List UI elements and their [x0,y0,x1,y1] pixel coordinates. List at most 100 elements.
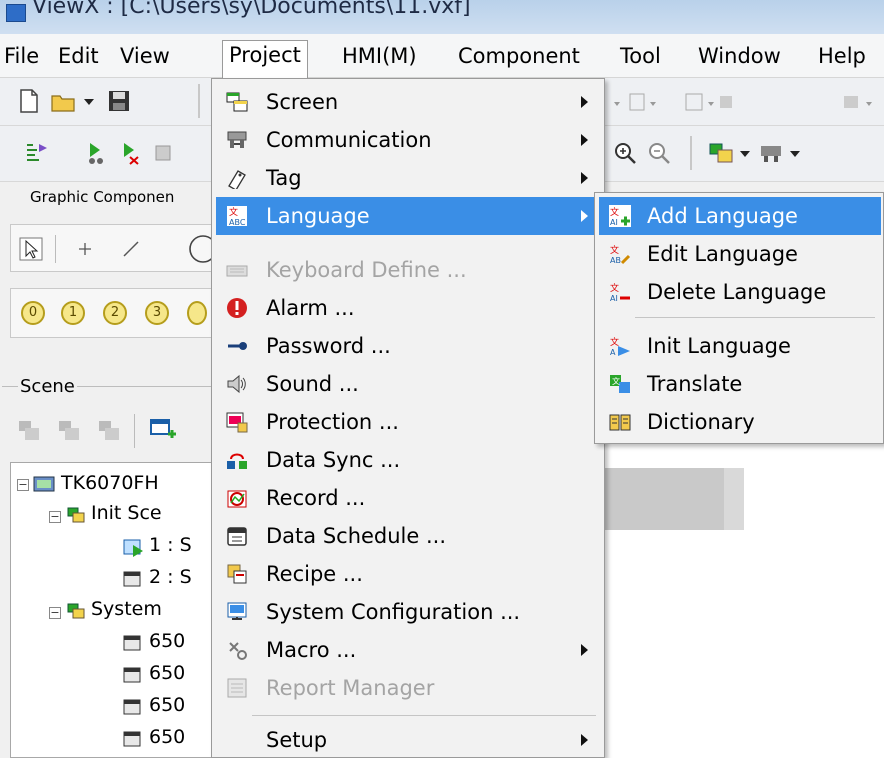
communication-icon[interactable] [758,140,784,166]
menu-edit[interactable]: Edit [58,42,99,72]
screen-icon [226,92,248,112]
tool-0[interactable]: 0 [21,301,45,325]
dropdown-arrow-icon[interactable] [738,140,752,166]
menu-item-sound[interactable]: Sound ... [216,365,600,403]
menu-item-screen[interactable]: Screen [216,83,600,121]
menu-item-data-schedule[interactable]: Data Schedule ... [216,517,600,555]
menu-item-tag[interactable]: Tag [216,159,600,197]
collapse-toggle[interactable]: − [49,511,61,523]
svg-text:文: 文 [610,336,619,348]
order-tools-icon[interactable] [840,90,880,116]
protection-icon [226,412,248,433]
translate-icon: 文 [610,375,630,393]
menu-window[interactable]: Window [698,42,781,72]
menu-item-password[interactable]: Password ... [216,327,600,365]
align-tools-icon[interactable] [610,90,670,116]
dropdown-arrow-icon[interactable] [788,140,802,166]
menu-item-setup[interactable]: Setup [216,721,600,758]
tree-system-screen[interactable]: 650 [149,627,185,655]
menu-component[interactable]: Component [458,42,580,72]
save-icon[interactable] [106,88,132,114]
graphic-component-tab[interactable]: Graphic Componen [30,188,174,206]
menu-item-macro[interactable]: Macro ... [216,631,600,669]
menu-project[interactable]: Project [222,40,308,78]
alarm-icon [227,298,247,318]
menu-item-label: System Configuration ... [266,600,521,624]
tree-system-screen[interactable]: 650 [149,659,185,687]
start-screen-icon [123,539,143,557]
menu-item-system-configuration[interactable]: System Configuration ... [216,593,600,631]
data-sync-icon [227,453,247,469]
gear-icon[interactable] [150,140,176,166]
project-menu: Screen Communication Tag 文 ABC Language K… [211,78,605,758]
scene-tool-icon[interactable] [96,418,122,444]
zoom-in-icon[interactable] [612,140,638,166]
menu-item-dictionary[interactable]: Dictionary [599,403,881,441]
tree-init-scene[interactable]: Init Sce [91,499,162,527]
tree-root[interactable]: TK6070FH [61,469,159,497]
collapse-toggle[interactable]: − [49,607,61,619]
menu-item-label: Dictionary [647,410,755,434]
menu-view[interactable]: View [120,42,170,72]
scene-tool-icon[interactable] [56,418,82,444]
menu-item-label: Keyboard Define ... [266,258,467,282]
open-folder-icon[interactable] [50,88,76,114]
language-submenu: 文 AI Add Language 文 AB Edit Language 文 AI D… [594,192,884,444]
add-scene-icon[interactable] [148,416,178,446]
tool-1[interactable]: 1 [61,301,85,325]
tree-screen-1[interactable]: 1 : S [149,531,192,559]
menu-item-alarm[interactable]: Alarm ... [216,289,600,327]
menu-file[interactable]: File [4,42,39,72]
menu-item-protection[interactable]: Protection ... [216,403,600,441]
scene-tree: − TK6070FH − Init Sce 1 : S 2 : S − Syst… [10,462,220,758]
compile-icon[interactable] [24,140,50,166]
tree-screen-2[interactable]: 2 : S [149,563,192,591]
menu-item-delete-language[interactable]: 文 AI Delete Language [599,273,881,311]
tool-4[interactable] [187,301,207,325]
line-icon[interactable] [121,239,141,259]
tool-2[interactable]: 2 [103,301,127,325]
scene-toolbar [10,408,220,454]
menu-item-label: Alarm ... [266,296,355,320]
menu-item-label: Edit Language [647,242,798,266]
menu-item-label: Add Language [647,204,798,228]
pointer-icon[interactable] [19,237,43,261]
distribute-tools-icon[interactable] [680,90,740,116]
menu-item-record[interactable]: Record ... [216,479,600,517]
tree-system-screen[interactable]: 650 [149,691,185,719]
new-file-icon[interactable] [16,88,42,114]
svg-text:AI: AI [610,218,618,227]
canvas-button-component[interactable] [594,468,744,530]
menu-item-language[interactable]: 文 ABC Language [216,197,600,235]
dropdown-arrow-icon[interactable] [82,88,96,114]
tool-3[interactable]: 3 [145,301,169,325]
menu-item-report-manager: Report Manager [216,669,600,707]
keyboard-icon [226,265,248,277]
collapse-toggle[interactable]: − [17,479,29,491]
menu-item-recipe[interactable]: Recipe ... [216,555,600,593]
tree-system[interactable]: System [91,595,162,623]
init-language-icon: 文A [610,336,630,357]
menu-item-init-language[interactable]: 文A Init Language [599,327,881,365]
download-icon[interactable] [82,140,108,166]
menu-item-add-language[interactable]: 文 AI Add Language [599,197,881,235]
point-icon[interactable] [75,239,95,259]
screen-icon[interactable] [708,140,734,166]
menu-item-communication[interactable]: Communication [216,121,600,159]
stop-download-icon[interactable] [116,140,142,166]
menu-item-edit-language[interactable]: 文 AB Edit Language [599,235,881,273]
screen-page-icon [123,635,141,651]
tree-system-screen[interactable]: 650 [149,723,185,751]
menu-item-label: Recipe ... [266,562,363,586]
svg-text:文: 文 [612,376,620,386]
menu-hmi[interactable]: HMI(M) [342,42,417,72]
menu-item-data-sync[interactable]: Data Sync ... [216,441,600,479]
scene-tool-icon[interactable] [16,418,42,444]
menu-item-translate[interactable]: 文 Translate [599,365,881,403]
zoom-out-icon[interactable] [646,140,672,166]
svg-text:文: 文 [610,244,619,256]
menu-help[interactable]: Help [818,42,866,72]
menu-item-label: Language [266,204,370,228]
menu-tool[interactable]: Tool [620,42,661,72]
screen-group-icon [67,507,85,523]
